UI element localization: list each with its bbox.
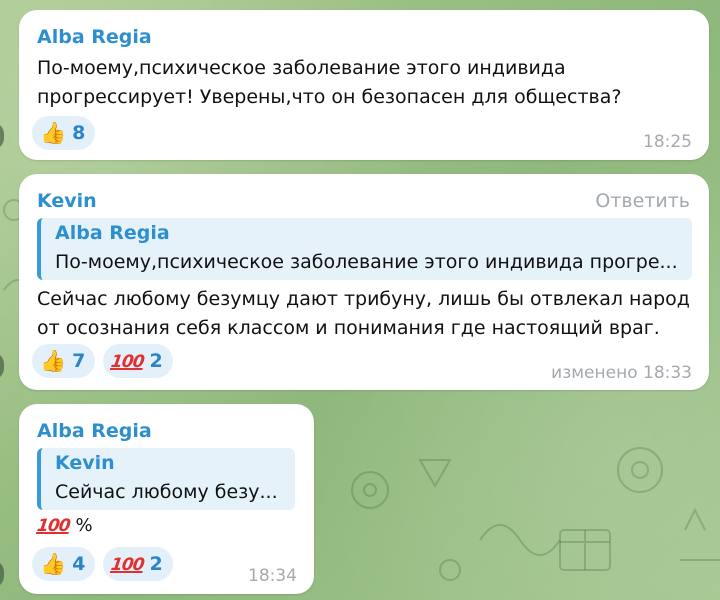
avatar[interactable] — [0, 122, 4, 150]
quote-text: По-моему,психическое заболевание этого и… — [55, 251, 678, 273]
reaction-count: 7 — [72, 350, 86, 372]
reply-button[interactable]: Ответить — [595, 190, 690, 212]
message-text-line: Сейчас любому безумцу дают трибуну, лишь… — [37, 288, 690, 310]
message-text: По-моему,психическое заболевание этого и… — [37, 54, 621, 112]
reaction-count: 2 — [149, 553, 163, 575]
hundred-points-icon: 100 — [109, 555, 145, 575]
quoted-message[interactable]: Kevin Сейчас любому безу... — [37, 448, 295, 510]
message-text: 100 % — [35, 511, 93, 541]
reaction-count: 8 — [72, 122, 86, 144]
reaction-thumbs-up[interactable]: 👍 8 — [32, 116, 96, 150]
quote-author: Kevin — [55, 452, 115, 474]
thumbs-up-icon: 👍 — [40, 121, 67, 145]
message-bubble[interactable]: Kevin Ответить Alba Regia По-моему,психи… — [19, 174, 709, 390]
message-time: 18:34 — [248, 566, 297, 586]
message-text-line: По-моему,психическое заболевание этого и… — [37, 57, 566, 79]
message-author[interactable]: Alba Regia — [37, 26, 152, 48]
message-author[interactable]: Kevin — [37, 190, 97, 212]
reaction-count: 2 — [149, 350, 163, 372]
avatar[interactable] — [0, 560, 4, 588]
message-text-suffix: % — [75, 515, 93, 536]
reaction-thumbs-up[interactable]: 👍 7 — [32, 344, 96, 378]
message-text-line: прогрессирует! Уверены,что он безопасен … — [37, 86, 622, 108]
quote-author: Alba Regia — [55, 222, 170, 244]
thumbs-up-icon: 👍 — [40, 552, 67, 576]
quote-text: Сейчас любому безу... — [55, 481, 278, 503]
hundred-points-icon: 100 — [109, 352, 145, 372]
reaction-hundred[interactable]: 100 2 — [103, 547, 173, 581]
reaction-count: 4 — [72, 553, 86, 575]
reaction-thumbs-up[interactable]: 👍 4 — [32, 547, 96, 581]
message-text-line: от осознания себя классом и понимания гд… — [37, 317, 660, 339]
quoted-message[interactable]: Alba Regia По-моему,психическое заболева… — [37, 218, 692, 280]
message-text: Сейчас любому безумцу дают трибуну, лишь… — [37, 285, 690, 343]
message-time: 18:25 — [643, 132, 692, 152]
message-time: изменено 18:33 — [551, 363, 692, 383]
chat-background-pattern — [351, 447, 720, 581]
thumbs-up-icon: 👍 — [40, 349, 67, 373]
message-author[interactable]: Alba Regia — [37, 420, 152, 442]
message-bubble[interactable]: Alba Regia Kevin Сейчас любому безу... 1… — [19, 404, 314, 594]
reaction-hundred[interactable]: 100 2 — [103, 344, 173, 378]
message-bubble[interactable]: Alba Regia По-моему,психическое заболева… — [19, 10, 709, 160]
hundred-points-icon: 100 — [35, 516, 71, 536]
